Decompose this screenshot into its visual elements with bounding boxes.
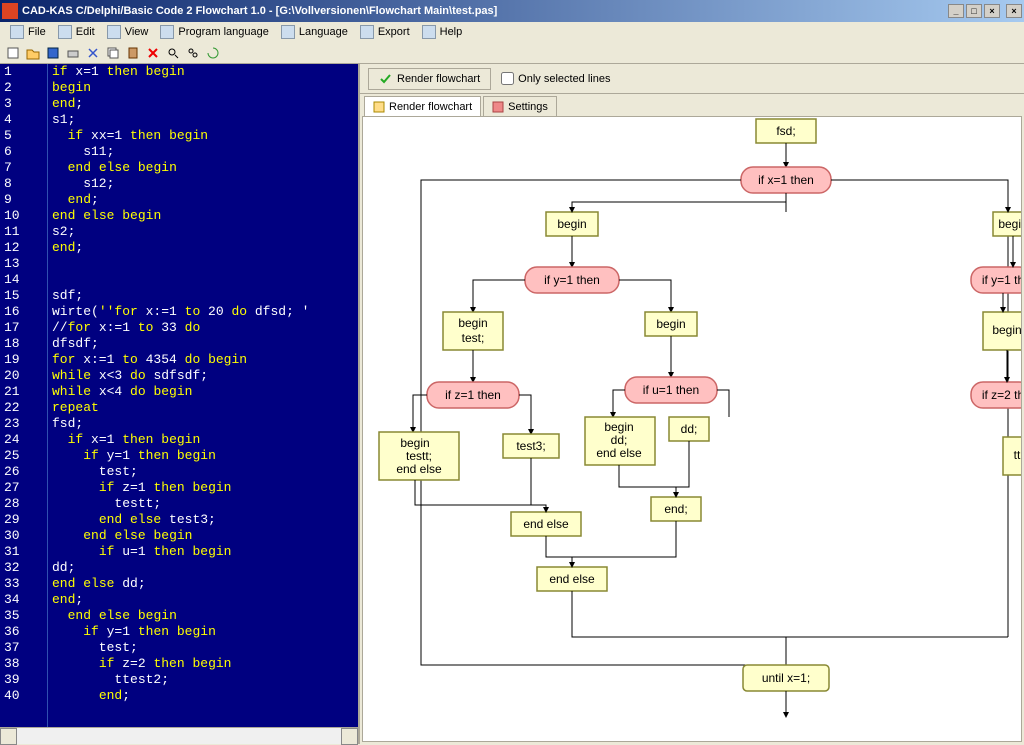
code-editor[interactable]: 1234567891011121314151617181920212223242… xyxy=(0,64,358,727)
svg-text:begin: begin xyxy=(458,316,487,330)
svg-text:until x=1;: until x=1; xyxy=(762,671,810,685)
minimize-button[interactable]: _ xyxy=(948,4,964,18)
tool-copy[interactable] xyxy=(104,44,122,62)
svg-text:begin: begin xyxy=(656,317,685,331)
restore-button[interactable]: □ xyxy=(966,4,982,18)
only-selected-checkbox[interactable]: Only selected lines xyxy=(501,72,610,85)
export-icon xyxy=(360,25,374,39)
proglang-icon xyxy=(160,25,174,39)
toolbar xyxy=(0,42,1024,64)
svg-text:if z=1 then: if z=1 then xyxy=(445,388,501,402)
menu-program-language[interactable]: Program language xyxy=(154,23,275,41)
svg-text:if y=1 th: if y=1 th xyxy=(982,273,1022,287)
tool-delete[interactable] xyxy=(144,44,162,62)
menu-edit[interactable]: Edit xyxy=(52,23,101,41)
menu-help[interactable]: Help xyxy=(416,23,469,41)
close-button[interactable]: × xyxy=(984,4,1000,18)
svg-text:dd;: dd; xyxy=(611,433,628,447)
only-selected-input[interactable] xyxy=(501,72,514,85)
line-gutter: 1234567891011121314151617181920212223242… xyxy=(0,64,48,727)
menu-file[interactable]: File xyxy=(4,23,52,41)
editor-hscroll[interactable] xyxy=(0,727,358,744)
code-source[interactable]: if x=1 then beginbeginend;s1; if xx=1 th… xyxy=(48,64,358,727)
svg-text:begin: begin xyxy=(998,217,1022,231)
tool-save[interactable] xyxy=(44,44,62,62)
mdi-close-button[interactable]: × xyxy=(1006,4,1022,18)
flowchart-canvas[interactable]: fsd; if x=1 then begin begin xyxy=(362,116,1022,742)
title-bar[interactable]: CAD-KAS C/Delphi/Basic Code 2 Flowchart … xyxy=(0,0,1024,22)
svg-text:tt: tt xyxy=(1014,448,1021,462)
scroll-right-arrow[interactable] xyxy=(341,728,358,745)
render-flowchart-button[interactable]: Render flowchart xyxy=(368,68,491,90)
tool-replace[interactable] xyxy=(184,44,202,62)
app-icon xyxy=(2,3,18,19)
window-title: CAD-KAS C/Delphi/Basic Code 2 Flowchart … xyxy=(22,5,497,17)
svg-text:if u=1 then: if u=1 then xyxy=(643,383,699,397)
edit-icon xyxy=(58,25,72,39)
svg-text:end else: end else xyxy=(396,462,442,476)
svg-text:if z=2 th: if z=2 th xyxy=(982,388,1022,402)
tool-open[interactable] xyxy=(24,44,42,62)
settings-icon xyxy=(492,101,504,113)
svg-text:begin: begin xyxy=(557,217,586,231)
svg-text:begin: begin xyxy=(400,436,429,450)
svg-text:test;: test; xyxy=(462,331,485,345)
svg-text:end;: end; xyxy=(664,502,687,516)
tool-print[interactable] xyxy=(64,44,82,62)
svg-text:begin: begin xyxy=(992,323,1021,337)
svg-text:testt;: testt; xyxy=(406,449,432,463)
svg-text:end else: end else xyxy=(596,446,642,460)
svg-text:end else: end else xyxy=(523,517,569,531)
tool-paste[interactable] xyxy=(124,44,142,62)
menu-export[interactable]: Export xyxy=(354,23,416,41)
tool-cut[interactable] xyxy=(84,44,102,62)
file-icon xyxy=(10,25,24,39)
svg-text:test3;: test3; xyxy=(516,439,545,453)
svg-text:if x=1 then: if x=1 then xyxy=(758,173,814,187)
scroll-left-arrow[interactable] xyxy=(0,728,17,745)
svg-text:end else: end else xyxy=(549,572,595,586)
tool-new[interactable] xyxy=(4,44,22,62)
flow-icon xyxy=(373,101,385,113)
svg-text:fsd;: fsd; xyxy=(776,124,795,138)
svg-text:if y=1 then: if y=1 then xyxy=(544,273,600,287)
svg-text:begin: begin xyxy=(604,420,633,434)
help-icon xyxy=(422,25,436,39)
language-icon xyxy=(281,25,295,39)
tool-find[interactable] xyxy=(164,44,182,62)
menu-bar: File Edit View Program language Language… xyxy=(0,22,1024,42)
check-icon xyxy=(379,72,393,86)
tab-render-flowchart[interactable]: Render flowchart xyxy=(364,96,481,116)
tool-refresh[interactable] xyxy=(204,44,222,62)
view-icon xyxy=(107,25,121,39)
menu-language[interactable]: Language xyxy=(275,23,354,41)
svg-text:dd;: dd; xyxy=(681,422,698,436)
menu-view[interactable]: View xyxy=(101,23,155,41)
tab-settings[interactable]: Settings xyxy=(483,96,557,116)
